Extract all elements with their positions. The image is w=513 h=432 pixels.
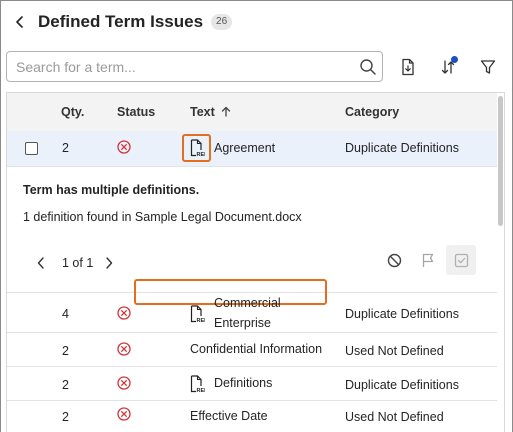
search-box [6, 51, 383, 82]
filter-icon[interactable] [477, 56, 499, 78]
column-header-category[interactable]: Category [345, 105, 399, 119]
chevron-left-icon[interactable] [10, 12, 30, 32]
qty-cell: 2 [62, 378, 69, 392]
flag-icon[interactable] [413, 245, 443, 275]
table-row[interactable]: 2 REF Agreement Duplicate Definitions [7, 131, 497, 167]
checkbox-check-icon[interactable] [446, 245, 476, 275]
svg-text:REF: REF [197, 388, 206, 393]
scrollbar[interactable] [498, 96, 503, 226]
search-input[interactable] [7, 53, 354, 80]
table-row[interactable]: 2 REF Definitions Duplicate Definitions [7, 367, 497, 401]
category-cell: Duplicate Definitions [345, 141, 459, 155]
notification-dot [451, 56, 458, 63]
pager-text: 1 of 1 [62, 256, 94, 270]
document-ref-icon: REF [190, 375, 206, 393]
qty-cell: 2 [62, 410, 69, 424]
document-ref-icon: REF [190, 139, 206, 157]
svg-text:REF: REF [197, 152, 206, 157]
error-circle-icon [117, 407, 131, 421]
text-cell[interactable]: Definitions [214, 376, 272, 390]
document-ref-icon: REF [190, 305, 206, 323]
column-header-text[interactable]: Text [190, 105, 231, 119]
qty-cell: 2 [62, 141, 69, 155]
table-row[interactable]: 2 Confidential Information Used Not Defi… [7, 333, 497, 367]
error-circle-icon [117, 376, 131, 390]
document-export-icon[interactable] [397, 56, 419, 78]
details-prefix: 1 definition found in [23, 210, 132, 224]
column-header-status[interactable]: Status [117, 105, 155, 119]
sort-icon[interactable] [437, 56, 459, 78]
table-row[interactable]: 2 Effective Date Used Not Defined [7, 401, 497, 432]
header: Defined Term Issues 26 [10, 8, 233, 36]
sort-ascending-icon [222, 106, 231, 117]
column-header-text-label: Text [190, 105, 215, 119]
error-circle-icon [117, 140, 131, 154]
details-title: Term has multiple definitions. [23, 183, 200, 197]
text-cell-line1[interactable]: Commercial [214, 296, 281, 310]
row-checkbox[interactable] [25, 142, 38, 155]
page-title: Defined Term Issues [38, 12, 204, 31]
text-cell[interactable]: Effective Date [190, 409, 268, 423]
error-circle-icon [117, 306, 131, 320]
block-icon[interactable] [379, 245, 409, 275]
category-cell: Duplicate Definitions [345, 378, 459, 392]
table-row[interactable]: 4 REF Commercial Enterprise Duplicate De… [7, 293, 497, 333]
category-cell: Used Not Defined [345, 344, 444, 358]
text-cell-line2[interactable]: Enterprise [214, 316, 271, 330]
column-header-qty[interactable]: Qty. [61, 105, 84, 119]
issues-table: Qty. Status Text Category 2 REF Agreemen… [6, 92, 505, 432]
category-cell: Used Not Defined [345, 410, 444, 424]
count-badge: 26 [211, 14, 233, 30]
text-cell[interactable]: Confidential Information [190, 342, 322, 356]
qty-cell: 2 [62, 344, 69, 358]
table-header: Qty. Status Text Category [7, 93, 497, 131]
details-text: 1 definition found in Sample Legal Docum… [23, 210, 302, 224]
text-cell[interactable]: Agreement [214, 141, 275, 155]
error-circle-icon [117, 342, 131, 356]
chevron-left-icon[interactable] [31, 253, 51, 273]
pager: 1 of 1 [31, 251, 119, 275]
chevron-right-icon[interactable] [99, 253, 119, 273]
qty-cell: 4 [62, 307, 69, 321]
category-cell: Duplicate Definitions [345, 307, 459, 321]
svg-text:REF: REF [197, 318, 206, 323]
document-link[interactable]: Sample Legal Document.docx [135, 210, 302, 224]
search-icon[interactable] [354, 53, 382, 81]
